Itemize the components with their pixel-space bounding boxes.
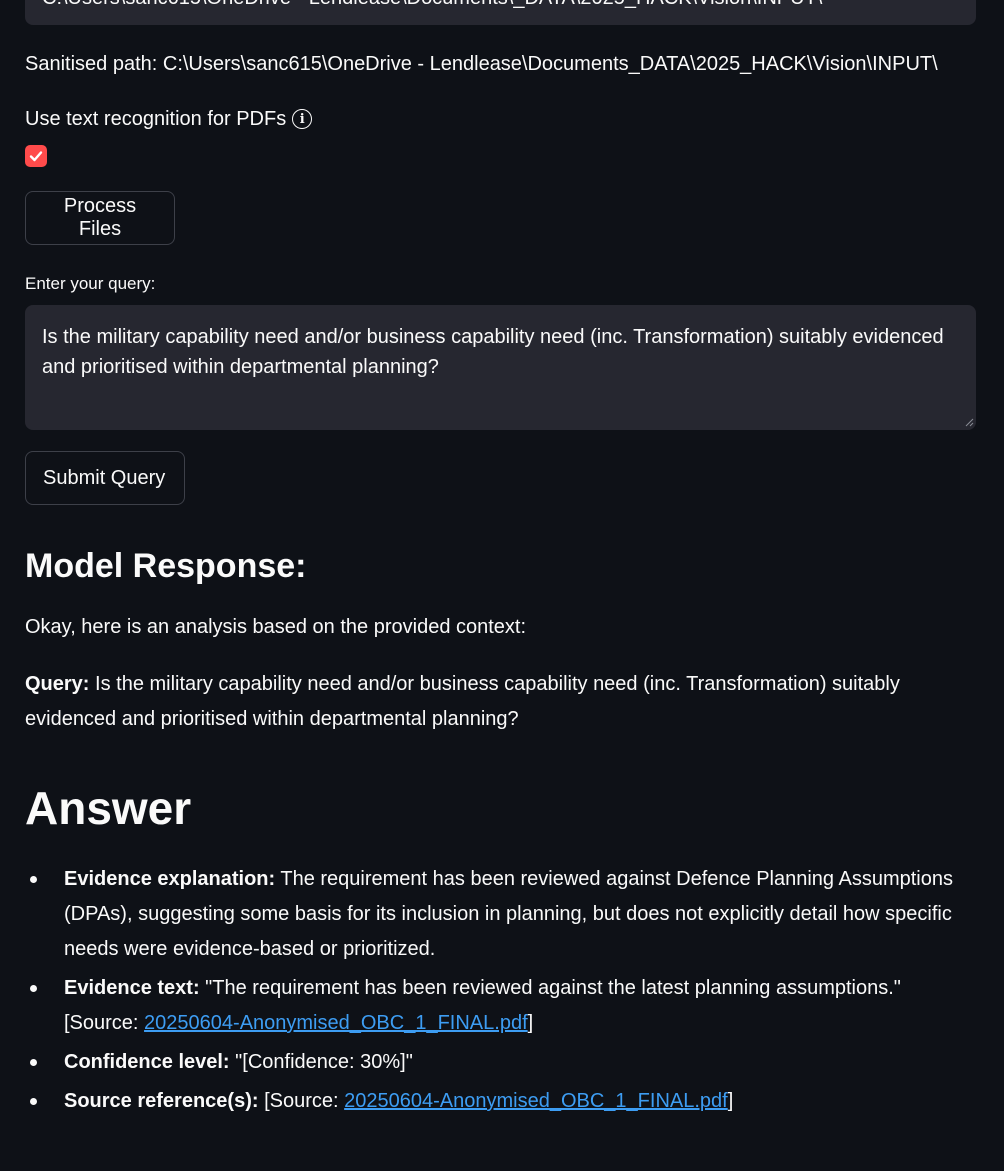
checkmark-icon (29, 151, 43, 162)
submit-query-button[interactable]: Submit Query (25, 451, 185, 505)
answer-list: Evidence explanation: The requirement ha… (25, 862, 976, 1123)
ocr-checkbox[interactable] (25, 145, 47, 167)
bullet-icon (30, 1059, 37, 1066)
answer-item-label: Evidence explanation: (64, 868, 276, 890)
answer-item-confidence: Confidence level: "[Confidence: 30%]" (25, 1045, 976, 1080)
path-input[interactable] (25, 0, 976, 25)
model-response-heading: Model Response: (25, 547, 307, 585)
process-files-button[interactable]: Process Files (25, 191, 175, 245)
bullet-icon (30, 1098, 37, 1105)
source-link[interactable]: 20250604-Anonymised_OBC_1_FINAL.pdf (144, 1012, 528, 1034)
answer-item-evidence-text: Evidence text: "The requirement has been… (25, 971, 976, 1041)
answer-item-source-reference: Source reference(s): [Source: 20250604-A… (25, 1084, 976, 1119)
response-intro: Okay, here is an analysis based on the p… (25, 616, 527, 638)
answer-item-suffix: ] (727, 1090, 734, 1112)
query-echo-text: Is the military capability need and/or b… (25, 673, 900, 730)
query-label: Enter your query: (25, 274, 156, 293)
ocr-label: Use text recognition for PDFs (25, 108, 287, 130)
bullet-icon (30, 876, 37, 883)
answer-heading: Answer (25, 782, 192, 834)
answer-item-suffix: ] (527, 1012, 534, 1034)
ocr-option: Use text recognition for PDFs i (25, 105, 313, 133)
response-query: Query: Is the military capability need a… (25, 667, 976, 737)
answer-item-label: Evidence text: (64, 977, 200, 999)
bullet-icon (30, 985, 37, 992)
query-input[interactable]: Is the military capability need and/or b… (25, 305, 976, 430)
sanitised-path-text: Sanitised path: C:\Users\sanc615\OneDriv… (25, 53, 938, 75)
info-icon[interactable]: i (292, 109, 313, 129)
source-link[interactable]: 20250604-Anonymised_OBC_1_FINAL.pdf (344, 1090, 728, 1112)
answer-item-label: Confidence level: (64, 1051, 230, 1073)
answer-item-label: Source reference(s): (64, 1090, 259, 1112)
answer-item-text: "[Confidence: 30%]" (229, 1051, 413, 1073)
answer-item-evidence-explanation: Evidence explanation: The requirement ha… (25, 862, 976, 967)
query-bold-label: Query: (25, 673, 90, 695)
answer-item-text: [Source: (258, 1090, 345, 1112)
resize-handle-icon[interactable] (964, 417, 974, 427)
